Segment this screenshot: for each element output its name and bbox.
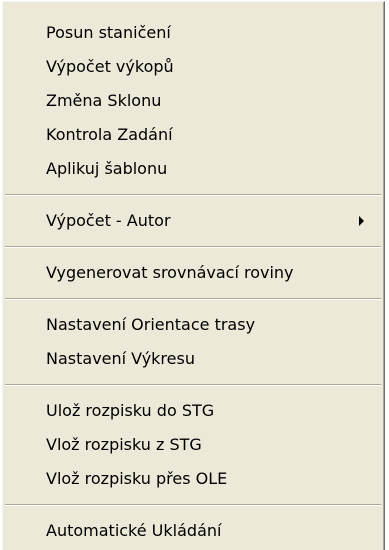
menu-item-vygenerovat-srovnavaci-roviny[interactable]: Vygenerovat srovnávací roviny	[3, 256, 384, 290]
chevron-right-icon	[359, 216, 364, 226]
menu-item-label: Kontrola Zadání	[46, 125, 173, 144]
menu-item-vypocet-vykopu[interactable]: Výpočet výkopů	[3, 50, 384, 84]
context-menu: Posun staničení Výpočet výkopů Změna Skl…	[2, 1, 385, 550]
menu-item-uloz-rozpisku-do-stg[interactable]: Ulož rozpisku do STG	[3, 394, 384, 428]
menu-item-posun-staniceni[interactable]: Posun staničení	[3, 16, 384, 50]
menu-item-label: Změna Sklonu	[46, 91, 162, 110]
menu-item-label: Automatické Ukládání	[46, 521, 222, 540]
menu-item-vloz-rozpisku-z-stg[interactable]: Vlož rozpisku z STG	[3, 428, 384, 462]
menu-item-vypocet-autor[interactable]: Výpočet - Autor	[3, 204, 384, 238]
menu-item-label: Posun staničení	[46, 23, 171, 42]
menu-item-zmena-sklonu[interactable]: Změna Sklonu	[3, 84, 384, 118]
menu-item-label: Ulož rozpisku do STG	[46, 401, 215, 420]
menu-item-vloz-rozpisku-pres-ole[interactable]: Vlož rozpisku přes OLE	[3, 462, 384, 496]
menu-item-label: Vlož rozpisku z STG	[46, 435, 202, 454]
menu-separator	[3, 290, 384, 308]
menu-item-nastaveni-orientace-trasy[interactable]: Nastavení Orientace trasy	[3, 308, 384, 342]
menu-separator	[3, 238, 384, 256]
menu-item-label: Výpočet - Autor	[46, 211, 171, 230]
menu-item-aplikuj-sablonu[interactable]: Aplikuj šablonu	[3, 152, 384, 186]
menu-item-label: Nastavení Výkresu	[46, 349, 195, 368]
menu-item-label: Vygenerovat srovnávací roviny	[46, 263, 294, 282]
menu-item-label: Výpočet výkopů	[46, 57, 174, 76]
menu-item-label: Nastavení Orientace trasy	[46, 315, 256, 334]
menu-item-label: Vlož rozpisku přes OLE	[46, 469, 228, 488]
menu-item-nastaveni-vykresu[interactable]: Nastavení Výkresu	[3, 342, 384, 376]
menu-separator	[3, 496, 384, 514]
menu-item-kontrola-zadani[interactable]: Kontrola Zadání	[3, 118, 384, 152]
menu-separator	[3, 376, 384, 394]
menu-item-label: Aplikuj šablonu	[46, 159, 168, 178]
menu-item-automaticke-ukladani[interactable]: Automatické Ukládání	[3, 514, 384, 548]
menu-separator	[3, 186, 384, 204]
